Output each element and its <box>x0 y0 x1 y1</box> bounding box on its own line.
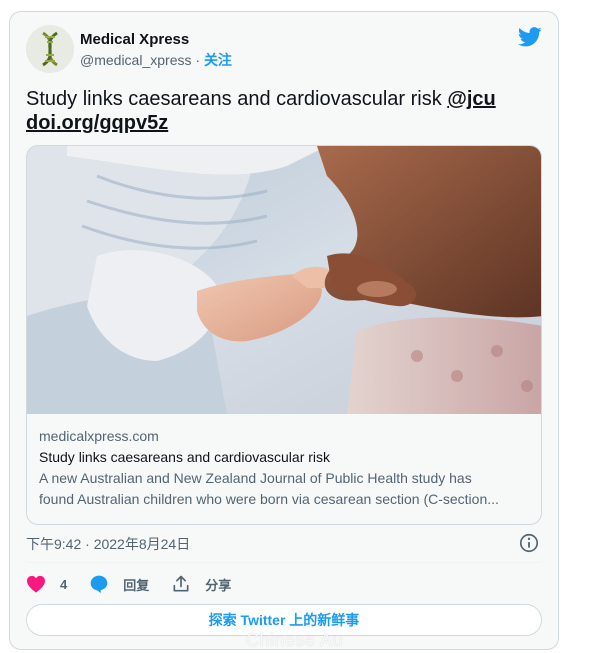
share-button[interactable]: 分享 <box>171 574 231 594</box>
like-button[interactable]: 4 <box>26 575 67 593</box>
like-count: 4 <box>60 576 68 592</box>
doi-link[interactable]: doi.org/gqpv5z <box>26 112 168 134</box>
link-preview-card[interactable]: medicalxpress.com Study links caesareans… <box>26 145 542 525</box>
reply-label: 回复 <box>123 577 150 593</box>
watermark: Chinese Au <box>246 630 344 650</box>
author-block: Medical Xpress @medical_xpress · 关注 <box>80 30 232 70</box>
heart-icon <box>27 575 45 593</box>
share-label: 分享 <box>205 577 232 593</box>
avatar[interactable] <box>26 25 74 73</box>
handle-separator: · <box>195 52 201 68</box>
tweet-text: Study links caesareans and cardiovascula… <box>26 87 546 135</box>
info-icon[interactable] <box>518 532 540 554</box>
link-card-meta: medicalxpress.com Study links caesareans… <box>27 414 541 522</box>
link-card-title: Study links caesareans and cardiovascula… <box>39 449 331 465</box>
divider <box>26 562 542 563</box>
link-card-domain: medicalxpress.com <box>39 428 159 444</box>
twitter-bird-icon[interactable] <box>518 26 542 48</box>
follow-button[interactable]: 关注 <box>204 52 232 68</box>
author-handle[interactable]: @medical_xpress <box>80 52 191 68</box>
author-handle-row: @medical_xpress · 关注 <box>80 50 232 70</box>
reply-button[interactable]: 回复 <box>89 574 149 594</box>
author-name[interactable]: Medical Xpress <box>80 30 232 49</box>
tweet-timestamp[interactable]: 下午9:42 · 2022年8月24日 <box>26 534 190 554</box>
share-icon <box>173 575 189 592</box>
link-card-description-line: A new Australian and New Zealand Journal… <box>39 470 472 486</box>
link-card-description: A new Australian and New Zealand Journal… <box>39 468 529 510</box>
link-card-description-line: found Australian children who were born … <box>39 491 499 507</box>
reply-bubble-icon <box>90 575 108 594</box>
baby-hand-photo <box>27 146 541 414</box>
tweet-embed-card: Medical Xpress @medical_xpress · 关注 Stud… <box>9 11 559 650</box>
mention-link[interactable]: @jcu <box>447 88 495 110</box>
dna-logo-icon <box>26 25 74 73</box>
tweet-body: Study links caesareans and cardiovascula… <box>26 88 448 110</box>
tweet-actions: 4 回复 分享 <box>26 572 546 596</box>
